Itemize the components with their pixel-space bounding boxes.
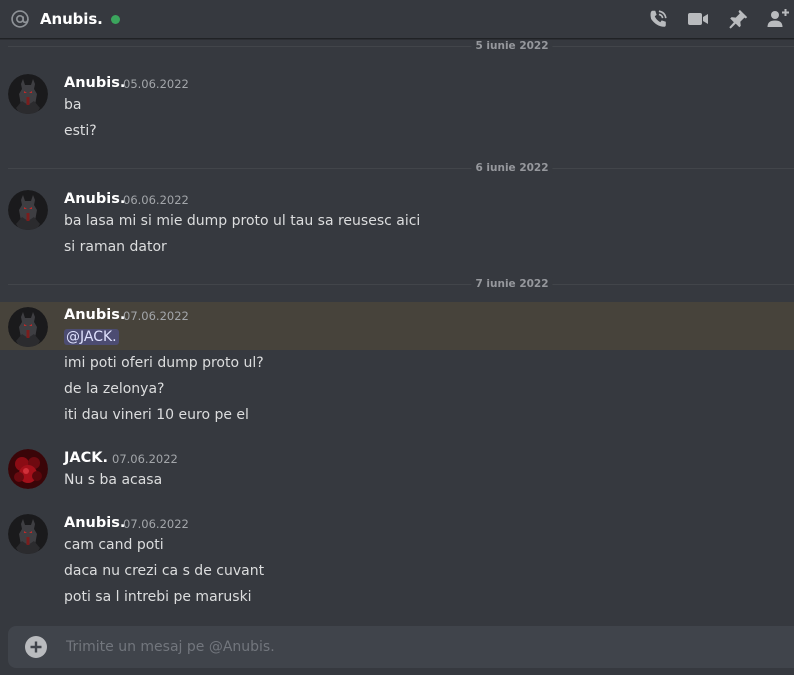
user-mention[interactable]: @JACK. (64, 329, 119, 345)
message-timestamp: 06.06.2022 (123, 193, 189, 207)
date-divider-label: 6 iunie 2022 (471, 162, 553, 174)
video-call-icon[interactable] (686, 7, 710, 31)
date-divider (8, 168, 794, 169)
message-timestamp: 07.06.2022 (112, 452, 178, 466)
message-author[interactable]: Anubis. (64, 306, 125, 324)
date-divider-label: 7 iunie 2022 (471, 278, 553, 290)
message-text: daca nu crezi ca s de cuvant (64, 563, 265, 579)
message-text: Nu s ba acasa (64, 472, 163, 488)
message-composer (8, 626, 794, 668)
message-text: esti? (64, 123, 97, 139)
header-toolbar (630, 0, 790, 38)
avatar[interactable] (8, 307, 48, 347)
message-text: @JACK. (64, 327, 119, 347)
message-author[interactable]: Anubis. (64, 514, 125, 532)
plus-icon (30, 641, 42, 653)
avatar[interactable] (8, 449, 48, 489)
message-text: cam cand poti (64, 537, 164, 553)
avatar[interactable] (8, 514, 48, 554)
message-group: Anubis. 07.06.2022 cam cand poti daca nu… (0, 509, 794, 614)
at-icon (9, 8, 31, 30)
dm-chat-window: Anubis. 5 iunie 2022 Anubis. 05.06.2022 … (0, 0, 794, 675)
message-group: JACK. 07.06.2022 Nu s ba acasa (0, 444, 794, 494)
channel-header: Anubis. (0, 0, 794, 39)
avatar[interactable] (8, 74, 48, 114)
message-input[interactable] (64, 626, 794, 668)
message-text: ba (64, 97, 82, 113)
dm-title[interactable]: Anubis. (40, 10, 103, 28)
message-list[interactable]: 5 iunie 2022 Anubis. 05.06.2022 ba esti?… (0, 39, 794, 621)
message-text: poti sa l intrebi pe maruski (64, 589, 252, 605)
add-friend-icon[interactable] (766, 7, 790, 31)
add-attachment-button[interactable] (25, 636, 47, 658)
message-text: imi poti oferi dump proto ul? (64, 355, 264, 371)
message-author[interactable]: JACK. (64, 449, 108, 467)
message-timestamp: 05.06.2022 (123, 77, 189, 91)
message-text: iti dau vineri 10 euro pe el (64, 407, 249, 423)
date-divider-label: 5 iunie 2022 (471, 40, 553, 52)
message-group: Anubis. 05.06.2022 ba esti? (0, 69, 794, 159)
message-timestamp: 07.06.2022 (123, 309, 189, 323)
message-author[interactable]: Anubis. (64, 190, 125, 208)
date-divider (8, 284, 794, 285)
pin-icon[interactable] (726, 7, 750, 31)
message-group: Anubis. 07.06.2022 @JACK. imi poti oferi… (0, 301, 794, 429)
phone-call-icon[interactable] (646, 7, 670, 31)
message-group: Anubis. 06.06.2022 ba lasa mi si mie dum… (0, 185, 794, 275)
message-text: de la zelonya? (64, 381, 165, 397)
message-author[interactable]: Anubis. (64, 74, 125, 92)
date-divider (8, 46, 794, 47)
message-text: ba lasa mi si mie dump proto ul tau sa r… (64, 213, 421, 229)
online-status-dot (110, 14, 120, 24)
message-timestamp: 07.06.2022 (123, 517, 189, 531)
message-text: si raman dator (64, 239, 167, 255)
avatar[interactable] (8, 190, 48, 230)
